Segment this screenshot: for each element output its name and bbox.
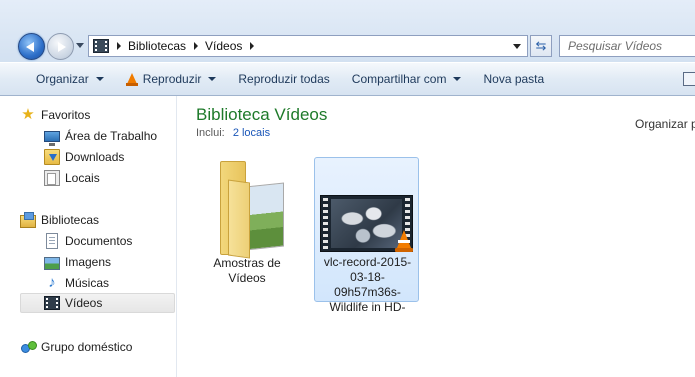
chevron-down-icon bbox=[208, 77, 217, 81]
breadcrumb-chevron-icon[interactable] bbox=[250, 42, 255, 50]
nav-downloads-label: Downloads bbox=[65, 150, 125, 164]
nav-documents[interactable]: Documentos bbox=[44, 231, 175, 251]
navigation-pane: ★ Favoritos Área de Trabalho Downloads L… bbox=[16, 96, 177, 377]
share-menu[interactable]: Compartilhar com bbox=[341, 63, 473, 95]
nav-homegroup[interactable]: Grupo doméstico bbox=[20, 337, 175, 357]
organize-menu[interactable]: Organizar bbox=[0, 63, 115, 95]
recent-pages-dropdown[interactable] bbox=[76, 43, 84, 48]
refresh-icon: ⇆ bbox=[535, 38, 547, 53]
address-bar[interactable]: Bibliotecas Vídeos bbox=[88, 35, 528, 57]
refresh-button[interactable]: ⇆ bbox=[530, 35, 552, 57]
video-file-name: vlc-record-2015-03-18-09h57m36s-Wildlife… bbox=[323, 255, 412, 314]
library-includes: Inclui: 2 locais bbox=[196, 127, 270, 139]
documents-icon bbox=[46, 233, 58, 249]
nav-libraries-label: Bibliotecas bbox=[41, 213, 100, 227]
chevron-down-icon bbox=[95, 77, 104, 81]
view-options-button[interactable] bbox=[683, 72, 695, 86]
nav-favorites-label: Favoritos bbox=[41, 108, 91, 122]
folder-tile[interactable]: Amostras de Vídeos bbox=[195, 157, 299, 287]
arrange-by-menu[interactable]: Organizar p bbox=[635, 117, 695, 131]
back-button[interactable] bbox=[18, 33, 45, 60]
nav-pane-margin bbox=[0, 96, 16, 377]
nav-documents-label: Documentos bbox=[65, 234, 133, 248]
new-folder-button[interactable]: Nova pasta bbox=[472, 63, 555, 95]
nav-videos[interactable]: Vídeos bbox=[20, 293, 175, 313]
search-box[interactable] bbox=[559, 35, 695, 57]
search-input[interactable] bbox=[560, 36, 695, 56]
libraries-icon bbox=[20, 211, 36, 228]
vlc-cone-icon bbox=[125, 72, 138, 86]
video-library-icon bbox=[93, 39, 109, 53]
nav-homegroup-label: Grupo doméstico bbox=[41, 340, 133, 354]
breadcrumb-chevron-icon[interactable] bbox=[117, 42, 121, 50]
folder-name: Amostras de Vídeos bbox=[213, 256, 281, 285]
nav-images[interactable]: Imagens bbox=[44, 252, 175, 272]
address-history-dropdown[interactable] bbox=[513, 44, 521, 49]
includes-label: Inclui: bbox=[196, 127, 225, 139]
pictures-icon bbox=[44, 256, 60, 270]
nav-downloads[interactable]: Downloads bbox=[44, 147, 175, 167]
star-icon: ★ bbox=[21, 106, 35, 123]
nav-images-label: Imagens bbox=[65, 255, 112, 269]
content-pane: Biblioteca Vídeos Inclui: 2 locais Organ… bbox=[178, 96, 695, 377]
folder-icon bbox=[220, 161, 284, 259]
chevron-down-icon bbox=[453, 77, 462, 81]
play-button[interactable]: Reproduzir bbox=[115, 63, 228, 95]
nav-libraries[interactable]: Bibliotecas bbox=[20, 210, 175, 230]
video-filmstrip-icon bbox=[44, 296, 60, 310]
nav-favorites[interactable]: ★ Favoritos bbox=[20, 105, 175, 125]
command-bar: Organizar Reproduzir Reproduzir todas Co… bbox=[0, 62, 695, 96]
downloads-folder-icon bbox=[44, 149, 60, 165]
music-note-icon: ♪ bbox=[48, 274, 56, 291]
breadcrumb-chevron-icon[interactable] bbox=[194, 42, 199, 50]
forward-button[interactable] bbox=[47, 33, 74, 60]
play-label: Reproduzir bbox=[142, 72, 202, 86]
address-row: Bibliotecas Vídeos ⇆ bbox=[0, 0, 695, 62]
includes-locations-link[interactable]: 2 locais bbox=[233, 127, 270, 139]
new-folder-label: Nova pasta bbox=[483, 72, 545, 86]
homegroup-icon bbox=[20, 339, 37, 355]
nav-places-label: Locais bbox=[65, 171, 100, 185]
share-label: Compartilhar com bbox=[351, 72, 447, 86]
play-all-button[interactable]: Reproduzir todas bbox=[227, 63, 340, 95]
recent-places-icon bbox=[44, 170, 60, 186]
nav-desktop[interactable]: Área de Trabalho bbox=[44, 126, 175, 146]
play-all-label: Reproduzir todas bbox=[238, 72, 330, 86]
breadcrumb-bibliotecas[interactable]: Bibliotecas bbox=[128, 39, 186, 53]
nav-videos-label: Vídeos bbox=[65, 296, 103, 310]
desktop-icon bbox=[44, 131, 60, 146]
video-file-tile[interactable]: vlc-record-2015-03-18-09h57m36s-Wildlife… bbox=[314, 157, 419, 314]
nav-desktop-label: Área de Trabalho bbox=[65, 129, 158, 143]
breadcrumb-videos[interactable]: Vídeos bbox=[205, 39, 242, 53]
organize-label: Organizar bbox=[36, 72, 89, 86]
nav-places[interactable]: Locais bbox=[44, 168, 175, 188]
nav-music-label: Músicas bbox=[65, 276, 110, 290]
library-title: Biblioteca Vídeos bbox=[196, 105, 328, 124]
nav-music[interactable]: ♪ Músicas bbox=[44, 273, 175, 293]
